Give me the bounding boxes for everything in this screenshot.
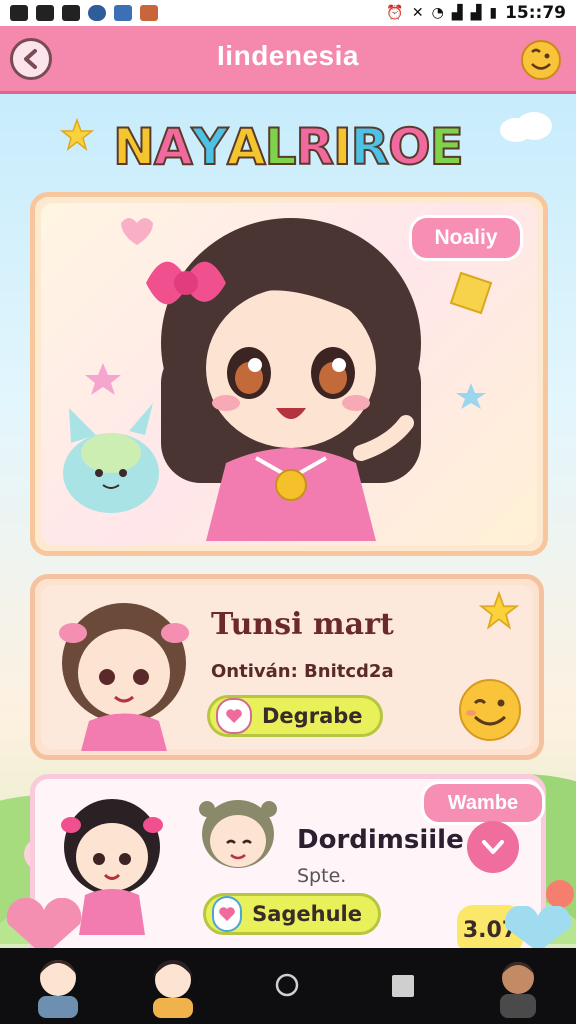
heart-icon — [216, 698, 252, 734]
character-avatar — [59, 603, 189, 751]
sagehule-button[interactable]: Sagehule — [203, 893, 381, 935]
clock: 15::79 — [505, 3, 566, 23]
card-subtitle: Spte. — [297, 865, 347, 887]
search-icon — [275, 973, 299, 997]
character-card[interactable]: Wambe Dordimsiile Spte. Sagehule 3.07 — [30, 774, 546, 964]
logo-letter: Y — [191, 117, 229, 177]
noaliy-badge[interactable]: Noaliy — [409, 215, 523, 261]
notification-icon — [36, 5, 54, 21]
logo-letter: A — [153, 117, 194, 177]
card-artwork: Noaliy — [41, 203, 537, 545]
nav-avatar-kid[interactable] — [486, 954, 550, 1018]
card-title: Tunsi mart — [211, 607, 394, 642]
card-body: Tunsi mart Ontiván: Bnitcd2a Degrabe — [41, 585, 533, 751]
avatar — [500, 962, 537, 1018]
battery-icon: ▮ — [489, 5, 498, 21]
favorite-button[interactable] — [467, 821, 519, 873]
logo-letter: A — [226, 117, 267, 177]
character-card[interactable]: Tunsi mart Ontiván: Bnitcd2a Degrabe — [30, 574, 544, 760]
star-icon — [479, 591, 519, 630]
logo-letter: R — [350, 117, 390, 177]
wifi-icon: ◔ — [431, 5, 444, 21]
app-notification-icon — [114, 5, 132, 21]
nav-avatar-boy[interactable] — [26, 954, 90, 1018]
card-title: Dordimsiile — [297, 825, 464, 855]
avatar — [152, 960, 193, 1018]
button-label: Degrabe — [262, 704, 363, 728]
logo-letter: N — [112, 117, 156, 177]
app-notification-icon — [140, 5, 158, 21]
globe-icon — [88, 5, 106, 21]
square-icon — [392, 975, 415, 997]
avatar — [37, 960, 78, 1018]
status-bar: ⏰ ✕ ◔ ▟ ▟ ▮ 15::79 — [0, 0, 576, 26]
character-avatar — [199, 800, 277, 868]
card-subtitle: Ontiván: Bnitcd2a — [211, 661, 394, 682]
notification-icon — [62, 5, 80, 21]
game-logo: NAYALRIROE — [0, 117, 576, 177]
nav-search[interactable] — [256, 954, 320, 1018]
featured-character-card[interactable]: Noaliy — [30, 192, 548, 556]
smiley-button[interactable] — [518, 36, 564, 82]
logo-letter: I — [332, 117, 353, 177]
heart-icon — [482, 840, 504, 854]
smiley-emoji-icon — [459, 679, 521, 741]
mute-icon: ✕ — [411, 5, 424, 21]
logo-letter: R — [295, 117, 335, 177]
signal-icon: ▟ — [470, 5, 482, 21]
nav-avatar-girl[interactable] — [141, 954, 205, 1018]
heart-balloon-icon — [504, 906, 572, 952]
logo-letter: O — [387, 117, 431, 177]
logo-letter: L — [264, 117, 298, 177]
wambe-badge[interactable]: Wambe — [421, 781, 545, 825]
nav-overview[interactable] — [371, 954, 435, 1018]
page-title: Iindenesia — [217, 40, 359, 71]
app-header: Iindenesia — [0, 26, 576, 94]
degrabe-button[interactable]: Degrabe — [207, 695, 383, 737]
signal-icon: ▟ — [451, 5, 463, 21]
heart-icon — [212, 896, 243, 932]
notification-icon — [10, 5, 28, 21]
logo-letter: E — [429, 117, 465, 177]
button-label: Sagehule — [252, 902, 362, 926]
alarm-icon: ⏰ — [386, 5, 404, 21]
bottom-navigation — [0, 948, 576, 1024]
